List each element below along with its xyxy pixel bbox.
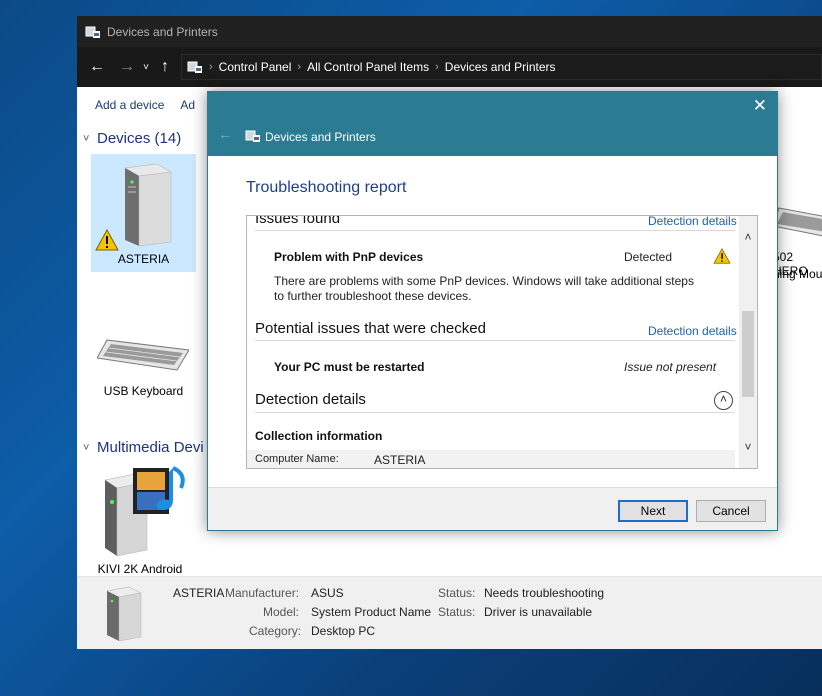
divider <box>255 412 735 413</box>
status-value: Needs troubleshooting <box>484 586 605 600</box>
recent-locations-chevron-icon[interactable]: ˅ <box>139 62 153 73</box>
breadcrumb-separator-icon: › <box>297 61 302 73</box>
device-asteria[interactable]: ASTERIA <box>91 154 196 272</box>
scroll-up-chevron-icon[interactable]: ˄ <box>739 230 757 244</box>
devices-printers-icon <box>85 26 100 38</box>
up-arrow-icon[interactable]: ↑ <box>153 58 177 76</box>
model-label: Model: <box>263 605 300 619</box>
breadcrumb-devices-printers[interactable]: Devices and Printers <box>445 60 556 74</box>
status-label: Status: <box>438 605 476 619</box>
back-arrow-icon[interactable]: ← <box>218 126 232 142</box>
dialog-footer: Next Cancel <box>208 487 777 530</box>
breadcrumb-separator-icon: › <box>435 61 439 73</box>
window-title: Devices and Printers <box>107 24 218 39</box>
problem-status: Detected <box>624 250 673 264</box>
details-pane: ASTERIA Manufacturer: ASUS Model: System… <box>77 576 822 649</box>
category-value: Desktop PC <box>311 624 376 638</box>
cancel-button[interactable]: Cancel <box>696 500 766 522</box>
status-label: Status: <box>438 586 476 600</box>
report-panel: Issues found Detection details Problem w… <box>246 215 758 469</box>
problem-description-line-2: to further troubleshoot these devices. <box>274 289 472 303</box>
report-scrollbar[interactable]: ˄ ˅ <box>739 216 757 468</box>
device-label: ning Mou <box>773 267 822 281</box>
category-label: Category: <box>249 624 302 638</box>
breadcrumb-separator-icon: › <box>209 61 213 73</box>
keyboard-icon <box>97 339 189 371</box>
manufacturer-label: Manufacturer: <box>225 586 300 600</box>
warning-icon <box>95 229 119 251</box>
device-label: ASTERIA <box>117 252 170 266</box>
status-value: Driver is unavailable <box>484 605 593 619</box>
device-label: USB Keyboard <box>103 384 184 398</box>
multimedia-section-header[interactable]: ˅ Multimedia Devi <box>83 439 204 456</box>
computer-name-value: ASTERIA <box>374 453 426 467</box>
report-heading: Troubleshooting report <box>246 179 407 196</box>
devices-printers-icon <box>245 130 260 142</box>
dialog-header: ✕ ← Devices and Printers <box>208 92 777 156</box>
device-kivi-2k-android[interactable]: KIVI 2K Android <box>91 462 201 576</box>
scroll-down-chevron-icon[interactable]: ˅ <box>739 440 757 454</box>
breadcrumb-all-items[interactable]: All Control Panel Items <box>307 60 429 74</box>
computer-name-label: Computer Name: <box>255 453 339 465</box>
collapse-chevron-up-icon[interactable]: ˄ <box>714 391 733 410</box>
detection-details-heading: Detection details <box>255 391 366 408</box>
restart-check-status: Issue not present <box>624 360 717 374</box>
warning-icon <box>713 248 731 264</box>
problem-title: Problem with PnP devices <box>274 250 424 264</box>
collection-information-heading: Collection information <box>255 429 383 443</box>
desktop-pc-icon <box>106 586 142 642</box>
devices-section-header[interactable]: ˅ Devices (14) <box>83 130 181 147</box>
divider <box>255 340 735 341</box>
keyboard-icon <box>773 207 822 237</box>
details-device-name: ASTERIA <box>173 586 225 600</box>
device-usb-keyboard[interactable]: USB Keyboard <box>91 326 196 416</box>
devices-printers-icon <box>187 61 202 73</box>
chevron-down-icon: ˅ <box>83 441 90 454</box>
back-arrow-icon[interactable]: ← <box>85 58 109 76</box>
forward-arrow-icon[interactable]: → <box>115 58 139 76</box>
media-device-icon <box>104 466 185 557</box>
breadcrumb-control-panel[interactable]: Control Panel <box>219 60 292 74</box>
add-device-button[interactable]: Add a device <box>95 98 164 112</box>
address-bar[interactable]: › Control Panel › All Control Panel Item… <box>181 54 822 80</box>
dialog-title: Devices and Printers <box>265 130 376 144</box>
problem-description-line-1: There are problems with some PnP devices… <box>274 274 694 288</box>
detection-details-link[interactable]: Detection details <box>648 324 737 338</box>
potential-issues-heading: Potential issues that were checked <box>255 320 486 337</box>
manufacturer-value: ASUS <box>311 586 344 600</box>
add-printer-button[interactable]: Ad <box>180 98 195 112</box>
restart-check-title: Your PC must be restarted <box>274 360 425 374</box>
scrollbar-thumb[interactable] <box>742 311 754 397</box>
troubleshooter-dialog: ✕ ← Devices and Printers Troubleshooting… <box>207 91 778 531</box>
navigation-bar: ← → ˅ ↑ › Control Panel › All Control Pa… <box>77 47 822 87</box>
close-icon[interactable]: ✕ <box>753 96 767 116</box>
chevron-down-icon: ˅ <box>83 132 90 145</box>
next-button[interactable]: Next <box>618 500 688 522</box>
divider <box>255 230 735 231</box>
model-value: System Product Name <box>311 605 432 619</box>
detection-details-link[interactable]: Detection details <box>648 216 737 228</box>
device-label: KIVI 2K Android <box>97 562 183 576</box>
explorer-titlebar: Devices and Printers <box>77 16 822 47</box>
issues-found-heading: Issues found <box>255 215 341 227</box>
